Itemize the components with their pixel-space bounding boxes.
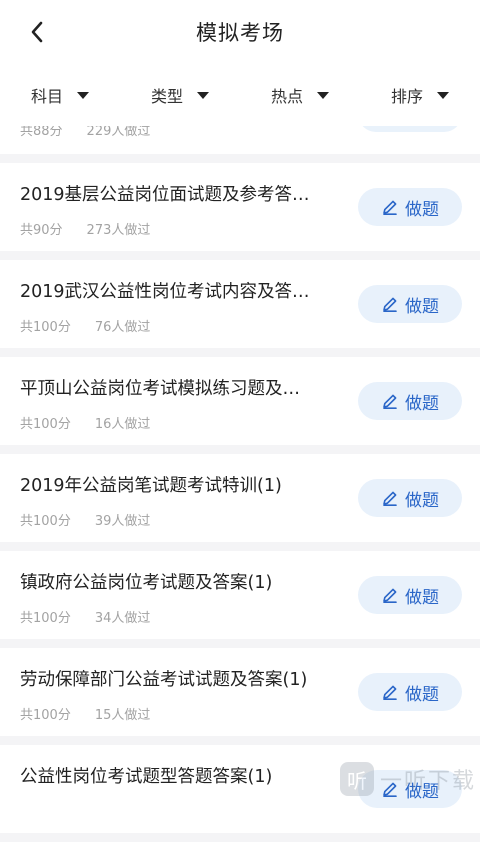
do-exam-label: 做题 — [405, 587, 439, 608]
pencil-icon — [383, 588, 397, 603]
item-meta: 共100分 34人做过 — [20, 607, 150, 626]
do-exam-button[interactable]: 做题 — [358, 188, 462, 226]
watermark: 听 一听下载 — [339, 762, 476, 796]
pencil-icon — [383, 685, 397, 700]
caret-down-icon — [437, 91, 449, 99]
exam-list: 2019基层公益岗位面试题及参考答… 共90分 273人做过 做题 2019武汉… — [0, 163, 480, 842]
do-exam-label: 做题 — [405, 393, 439, 414]
item-meta: 共90分 273人做过 — [20, 219, 150, 238]
list-item[interactable]: 平顶山公益岗位考试模拟练习题及… 共100分 16人做过 做题 — [0, 357, 480, 445]
watermark-logo: 听 — [339, 762, 374, 796]
back-button[interactable] — [22, 17, 52, 47]
item-count: 34人做过 — [94, 611, 151, 626]
item-title: 平顶山公益岗位考试模拟练习题及… — [20, 379, 300, 399]
item-meta: 共100分 15人做过 — [20, 704, 150, 723]
item-title: 2019基层公益岗位面试题及参考答… — [20, 185, 310, 205]
filter-label: 科目 — [30, 87, 63, 106]
item-count: 39人做过 — [94, 514, 151, 529]
item-score: 共100分 — [20, 708, 71, 723]
filter-label: 类型 — [150, 87, 183, 106]
filter-label: 热点 — [270, 87, 303, 106]
watermark-text: 一听下载 — [379, 769, 476, 794]
item-score: 共100分 — [20, 514, 71, 529]
item-meta: 共100分 39人做过 — [20, 510, 150, 529]
filter-hot[interactable]: 热点 — [240, 83, 360, 107]
filter-subject[interactable]: 科目 — [0, 83, 120, 107]
app-header: 模拟考场 — [0, 0, 480, 64]
item-score: 共100分 — [20, 611, 71, 626]
filter-bar: 科目 类型 热点 排序 — [0, 64, 480, 126]
do-exam-button[interactable]: 做题 — [358, 479, 462, 517]
pencil-icon — [383, 394, 397, 409]
list-item[interactable]: 2019年公益岗笔试题考试特训(1) 共100分 39人做过 做题 — [0, 454, 480, 542]
item-count: 15人做过 — [94, 708, 151, 723]
item-score: 共90分 — [20, 223, 63, 238]
item-count: 76人做过 — [94, 320, 151, 335]
do-exam-button[interactable]: 做题 — [358, 285, 462, 323]
do-exam-button[interactable] — [358, 126, 462, 132]
caret-down-icon — [197, 91, 209, 99]
list-item[interactable]: 劳动保障部门公益考试试题及答案(1) 共100分 15人做过 做题 — [0, 648, 480, 736]
caret-down-icon — [317, 91, 329, 99]
item-score: 共88分 — [20, 126, 63, 139]
do-exam-button[interactable]: 做题 — [358, 576, 462, 614]
item-count: 229人做过 — [86, 126, 151, 139]
chevron-left-icon — [31, 21, 43, 43]
item-title: 镇政府公益岗位考试题及答案(1) — [20, 573, 273, 593]
item-score: 共100分 — [20, 417, 71, 432]
item-meta: 共88分 229人做过 — [20, 126, 150, 139]
item-title: 公益性岗位考试题型答题答案(1) — [20, 767, 273, 787]
list-item-partial[interactable]: 共88分 229人做过 — [0, 126, 480, 154]
do-exam-label: 做题 — [405, 490, 439, 511]
list-item[interactable]: 2019武汉公益性岗位考试内容及答… 共100分 76人做过 做题 — [0, 260, 480, 348]
list-item[interactable]: 2019基层公益岗位面试题及参考答… 共90分 273人做过 做题 — [0, 163, 480, 251]
pencil-icon — [383, 200, 397, 215]
pencil-icon — [383, 491, 397, 506]
item-meta: 共100分 76人做过 — [20, 316, 150, 335]
pencil-icon — [383, 297, 397, 312]
item-score: 共100分 — [20, 320, 71, 335]
filter-sort[interactable]: 排序 — [360, 83, 480, 107]
do-exam-label: 做题 — [405, 684, 439, 705]
item-meta: 共100分 16人做过 — [20, 413, 150, 432]
item-title: 2019武汉公益性岗位考试内容及答… — [20, 282, 310, 302]
item-count: 16人做过 — [94, 417, 151, 432]
do-exam-label: 做题 — [405, 296, 439, 317]
filter-label: 排序 — [390, 87, 423, 106]
item-title: 劳动保障部门公益考试试题及答案(1) — [20, 670, 308, 690]
do-exam-button[interactable]: 做题 — [358, 673, 462, 711]
page-title: 模拟考场 — [196, 21, 284, 45]
do-exam-button[interactable]: 做题 — [358, 382, 462, 420]
item-count: 273人做过 — [86, 223, 151, 238]
do-exam-label: 做题 — [405, 199, 439, 220]
caret-down-icon — [77, 91, 89, 99]
item-title: 2019年公益岗笔试题考试特训(1) — [20, 476, 282, 496]
list-item[interactable]: 镇政府公益岗位考试题及答案(1) 共100分 34人做过 做题 — [0, 551, 480, 639]
filter-type[interactable]: 类型 — [120, 83, 240, 107]
